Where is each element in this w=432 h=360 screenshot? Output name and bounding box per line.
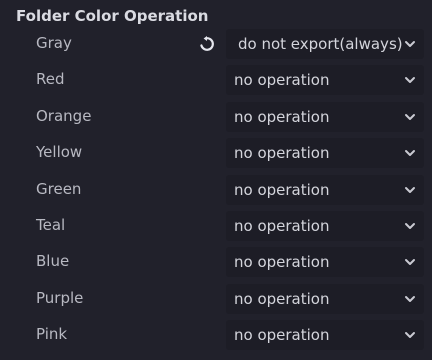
operation-select[interactable]: no operation bbox=[226, 65, 424, 96]
select-value: do not export(always) bbox=[238, 35, 403, 53]
select-value: no operation bbox=[234, 144, 330, 163]
select-value: no operation bbox=[234, 71, 330, 90]
select-value: no operation bbox=[234, 107, 330, 126]
select-value: no operation bbox=[234, 326, 330, 345]
select-value: no operation bbox=[234, 253, 330, 272]
option-label: Gray bbox=[36, 34, 72, 52]
revert-icon[interactable] bbox=[196, 33, 218, 55]
chevron-down-icon bbox=[405, 222, 415, 229]
chevron-down-icon bbox=[405, 295, 415, 302]
option-label: Orange bbox=[36, 106, 92, 125]
option-label: Red bbox=[36, 70, 65, 89]
option-label: Yellow bbox=[36, 143, 83, 162]
option-label: Teal bbox=[36, 215, 66, 234]
operation-select[interactable]: no operation bbox=[226, 210, 424, 241]
option-row-blue: Blue no operation bbox=[0, 245, 432, 281]
chevron-down-icon bbox=[405, 150, 415, 157]
option-label: Purple bbox=[36, 288, 84, 307]
option-label: Blue bbox=[36, 252, 70, 271]
folder-color-options: Gray do not export(always) Red no operat… bbox=[0, 27, 432, 355]
chevron-down-icon bbox=[405, 113, 415, 120]
chevron-down-icon bbox=[405, 259, 415, 266]
select-value: no operation bbox=[234, 216, 330, 235]
chevron-down-icon bbox=[405, 77, 415, 84]
operation-select[interactable]: no operation bbox=[226, 174, 424, 205]
select-value: no operation bbox=[234, 289, 330, 308]
chevron-down-icon bbox=[405, 41, 415, 47]
option-row-orange: Orange no operation bbox=[0, 100, 432, 136]
operation-select[interactable]: no operation bbox=[226, 320, 424, 351]
option-row-pink: Pink no operation bbox=[0, 318, 432, 354]
option-row-purple: Purple no operation bbox=[0, 282, 432, 318]
section-title: Folder Color Operation bbox=[16, 7, 209, 25]
option-label: Green bbox=[36, 179, 82, 198]
operation-select[interactable]: no operation bbox=[226, 247, 424, 278]
option-row-gray: Gray do not export(always) bbox=[0, 27, 432, 63]
option-label: Pink bbox=[36, 325, 68, 344]
option-row-teal: Teal no operation bbox=[0, 209, 432, 245]
option-row-green: Green no operation bbox=[0, 173, 432, 209]
chevron-down-icon bbox=[405, 332, 415, 339]
operation-select[interactable]: no operation bbox=[226, 138, 424, 169]
operation-select[interactable]: do not export(always) bbox=[226, 29, 424, 59]
operation-select[interactable]: no operation bbox=[226, 283, 424, 314]
option-row-yellow: Yellow no operation bbox=[0, 136, 432, 172]
operation-select[interactable]: no operation bbox=[226, 101, 424, 132]
option-row-red: Red no operation bbox=[0, 63, 432, 99]
chevron-down-icon bbox=[405, 186, 415, 193]
select-value: no operation bbox=[234, 180, 330, 199]
